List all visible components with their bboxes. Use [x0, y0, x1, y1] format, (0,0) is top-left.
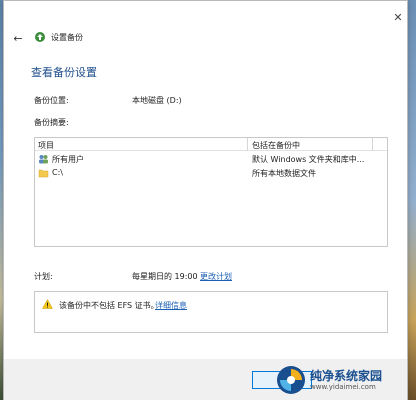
- back-button[interactable]: ←: [11, 31, 25, 45]
- backup-settings-window: ✕ ← 设置备份 查看备份设置 备份位置: 本地磁盘 (D:) 备份摘要: 项目…: [3, 0, 408, 400]
- watermark-logo-icon: [277, 366, 305, 394]
- details-link[interactable]: 详细信息: [155, 300, 187, 311]
- close-button[interactable]: ✕: [392, 10, 404, 24]
- backup-app-icon: [35, 32, 45, 42]
- users-icon: [39, 155, 48, 164]
- backup-location-label: 备份位置:: [34, 96, 69, 105]
- column-header-included[interactable]: 包括在备份中: [252, 140, 300, 151]
- watermark-title: 纯净系统家园: [310, 368, 383, 383]
- warning-icon: [42, 299, 53, 309]
- back-arrow-icon: ←: [13, 31, 23, 45]
- close-icon: ✕: [393, 10, 403, 24]
- row-included-value: 所有本地数据文件: [252, 169, 316, 178]
- change-schedule-link[interactable]: 更改计划: [200, 271, 232, 282]
- schedule-value: 每星期日的 19:00: [132, 272, 198, 281]
- window-title: 设置备份: [51, 33, 83, 42]
- warning-box: 该备份中不包括 EFS 证书。 详细信息: [34, 291, 388, 333]
- row-item-name: 所有用户: [52, 155, 84, 164]
- backup-summary-label: 备份摘要:: [34, 118, 69, 127]
- row-included-value: 默认 Windows 文件夹和库中...: [252, 155, 365, 164]
- watermark: 纯净系统家园 www.yidaimei.com: [276, 362, 408, 398]
- warning-text: 该备份中不包括 EFS 证书。: [59, 301, 159, 310]
- table-row[interactable]: 所有用户 默认 Windows 文件夹和库中...: [35, 153, 387, 166]
- title-bar: [4, 1, 407, 29]
- table-row[interactable]: C:\ 所有本地数据文件: [35, 167, 387, 180]
- schedule-label: 计划:: [34, 272, 53, 281]
- column-divider[interactable]: [247, 138, 248, 151]
- column-divider[interactable]: [372, 138, 373, 151]
- row-item-name: C:\: [52, 168, 63, 177]
- page-title: 查看备份设置: [31, 66, 97, 79]
- backup-summary-table: 项目 包括在备份中 所有用户 默认 Windows 文件夹和库中... C:\ …: [34, 137, 388, 247]
- folder-icon: [38, 169, 49, 178]
- watermark-url: www.yidaimei.com: [310, 382, 376, 391]
- backup-location-value: 本地磁盘 (D:): [132, 96, 182, 105]
- column-header-item[interactable]: 项目: [38, 140, 54, 151]
- table-header: 项目 包括在备份中: [35, 138, 387, 151]
